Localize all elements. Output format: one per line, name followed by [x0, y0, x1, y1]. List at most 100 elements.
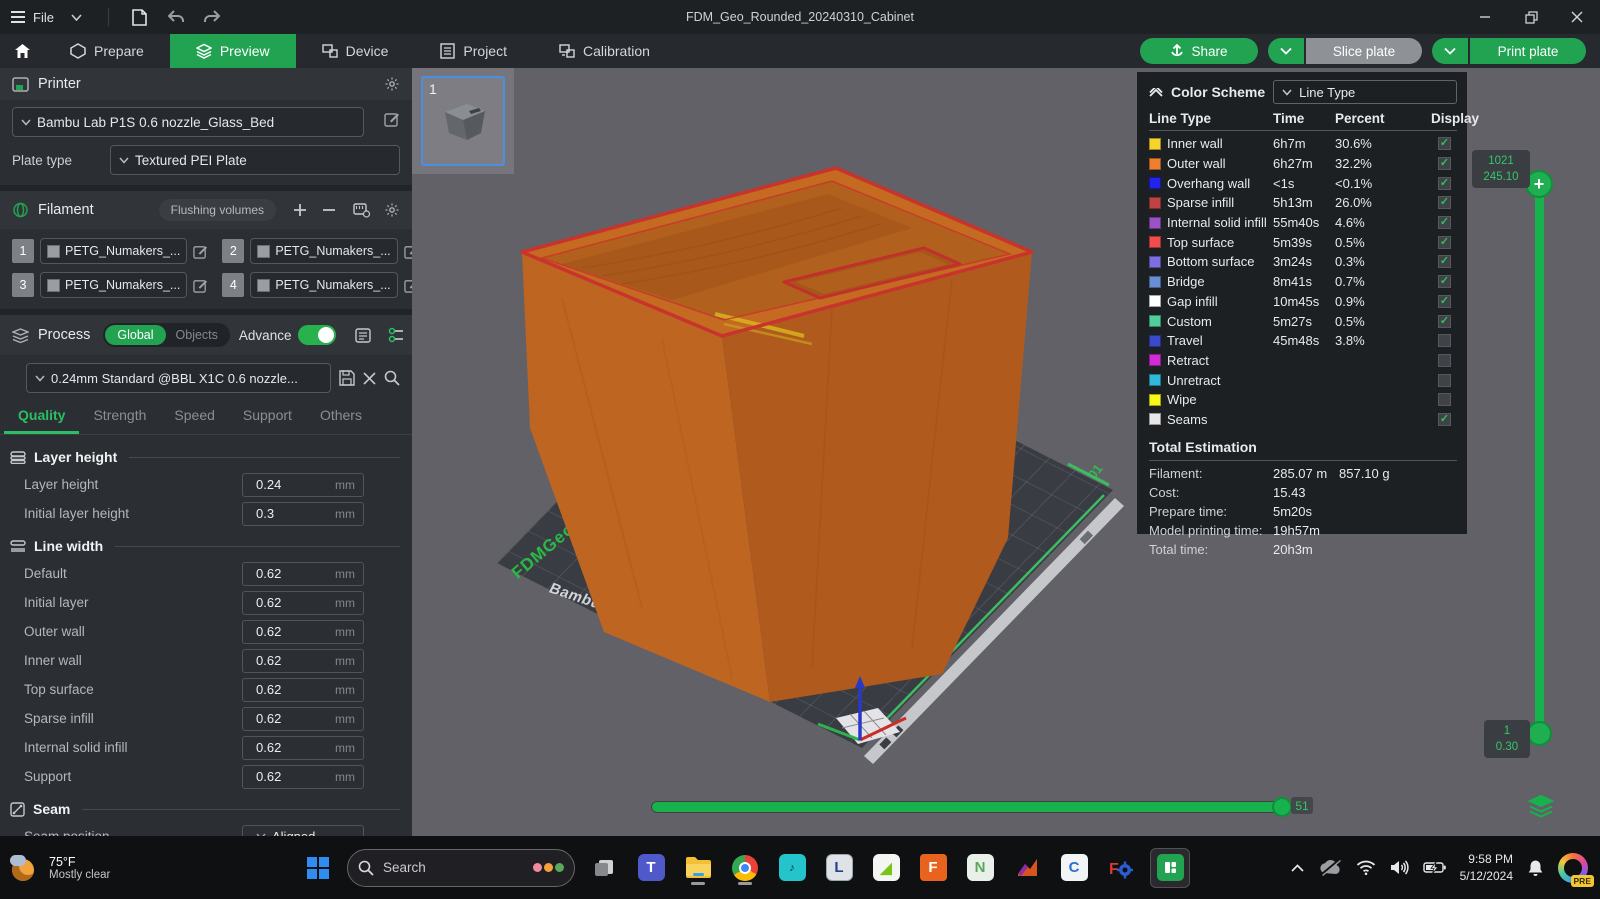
save-icon[interactable]	[127, 5, 153, 29]
settings-list-icon[interactable]	[355, 327, 372, 343]
volume-icon[interactable]	[1390, 860, 1409, 875]
ams-sync-icon[interactable]	[353, 202, 371, 218]
tab-calibration[interactable]: Calibration	[533, 34, 676, 68]
redo-icon[interactable]	[199, 5, 225, 29]
plate-type-select[interactable]: Textured PEI Plate	[110, 145, 400, 175]
scope-global-button[interactable]: Global	[105, 325, 166, 345]
display-checkbox[interactable]: ✓	[1438, 255, 1451, 269]
search-preset-icon[interactable]	[384, 370, 400, 386]
filament-preset-select[interactable]: PETG_Numakers_...	[250, 272, 398, 298]
param-input[interactable]: 0.62 mm	[242, 619, 364, 644]
move-slider-handle[interactable]	[1272, 797, 1292, 817]
printer-edit-icon[interactable]	[384, 111, 400, 127]
file-menu-chevron[interactable]	[64, 5, 90, 29]
move-slider-track[interactable]	[651, 797, 1292, 817]
param-input[interactable]: 0.62 mm	[242, 735, 364, 760]
share-button[interactable]: Share	[1140, 38, 1258, 64]
compare-presets-icon[interactable]	[388, 327, 405, 343]
home-button[interactable]	[0, 34, 44, 68]
tray-expand-chevron-icon[interactable]	[1291, 863, 1304, 872]
param-input[interactable]: 0.3 mm	[242, 501, 364, 526]
display-checkbox[interactable]: ✓	[1438, 235, 1451, 249]
tab-device[interactable]: Device	[296, 34, 415, 68]
display-checkbox[interactable]: ✓	[1438, 196, 1451, 210]
display-checkbox[interactable]: ✓	[1438, 157, 1451, 171]
color-scheme-select[interactable]: Line Type	[1273, 80, 1457, 104]
display-checkbox[interactable]	[1438, 373, 1451, 387]
display-checkbox[interactable]: ✓	[1438, 275, 1451, 289]
restore-button[interactable]	[1508, 0, 1554, 34]
wifi-icon[interactable]	[1356, 860, 1376, 875]
display-checkbox[interactable]: ✓	[1438, 294, 1451, 308]
tab-prepare[interactable]: Prepare	[44, 34, 170, 68]
collapse-chevron-icon[interactable]	[1149, 87, 1163, 97]
undo-icon[interactable]	[163, 5, 189, 29]
tab-speed[interactable]: Speed	[160, 399, 228, 434]
fusion360-icon[interactable]: F	[915, 850, 951, 886]
tab-preview[interactable]: Preview	[169, 34, 296, 68]
filament-preset-select[interactable]: PETG_Numakers_...	[250, 238, 398, 264]
flushing-volumes-button[interactable]: Flushing volumes	[158, 199, 276, 221]
add-filament-icon[interactable]	[293, 203, 307, 217]
remove-filament-icon[interactable]	[322, 203, 336, 217]
display-checkbox[interactable]	[1438, 353, 1451, 367]
amazon-music-icon[interactable]: ♪	[774, 850, 810, 886]
seam-position-select[interactable]: Aligned	[242, 824, 364, 836]
tab-others[interactable]: Others	[306, 399, 376, 434]
print-dropdown-button[interactable]	[1432, 38, 1468, 64]
tab-project[interactable]: Project	[414, 34, 533, 68]
printer-settings-gear-icon[interactable]	[384, 76, 400, 92]
ltspice-icon[interactable]: L	[821, 850, 857, 886]
plate-thumbnail[interactable]: 1	[421, 76, 505, 166]
display-checkbox[interactable]	[1438, 393, 1451, 407]
freecad-icon[interactable]: F	[1103, 850, 1139, 886]
clock[interactable]: 9:58 PM 5/12/2024	[1460, 851, 1513, 883]
filament-edit-icon[interactable]	[193, 278, 208, 293]
layer-slider-bottom-handle[interactable]	[1527, 721, 1552, 746]
bambu-studio-icon[interactable]	[1150, 847, 1190, 888]
param-input[interactable]: 0.62 mm	[242, 561, 364, 586]
display-checkbox[interactable]: ✓	[1438, 314, 1451, 328]
chrome-icon[interactable]	[727, 850, 763, 886]
advance-toggle[interactable]	[298, 325, 337, 345]
notepadpp-icon[interactable]: N	[962, 850, 998, 886]
tab-support[interactable]: Support	[229, 399, 306, 434]
slice-plate-button[interactable]: Slice plate	[1306, 38, 1422, 64]
calibre-app-icon[interactable]: C	[1056, 850, 1092, 886]
param-input[interactable]: 0.24 mm	[242, 472, 364, 497]
notification-bell-icon[interactable]	[1527, 859, 1544, 877]
file-explorer-icon[interactable]	[680, 850, 716, 886]
printer-preset-select[interactable]: Bambu Lab P1S 0.6 nozzle_Glass_Bed	[12, 107, 364, 137]
media-tool-icon[interactable]: ◢	[868, 850, 904, 886]
task-view-button[interactable]	[586, 850, 622, 886]
param-input[interactable]: 0.62 mm	[242, 706, 364, 731]
tab-quality[interactable]: Quality	[4, 399, 80, 434]
save-preset-icon[interactable]	[339, 370, 355, 386]
display-checkbox[interactable]: ✓	[1438, 216, 1451, 230]
weather-widget[interactable]: 75°F Mostly clear	[0, 853, 300, 883]
file-menu[interactable]: File	[10, 10, 54, 25]
display-checkbox[interactable]: ✓	[1438, 176, 1451, 190]
param-input[interactable]: 0.62 mm	[242, 648, 364, 673]
display-checkbox[interactable]	[1438, 334, 1451, 348]
teams-icon[interactable]: T	[633, 850, 669, 886]
close-button[interactable]	[1554, 0, 1600, 34]
filament-edit-icon[interactable]	[403, 244, 412, 259]
display-checkbox[interactable]: ✓	[1438, 412, 1451, 426]
filament-edit-icon[interactable]	[193, 244, 208, 259]
slice-dropdown-button[interactable]	[1268, 38, 1304, 64]
tab-strength[interactable]: Strength	[79, 399, 160, 434]
filament-settings-gear-icon[interactable]	[384, 202, 400, 218]
param-input[interactable]: 0.62 mm	[242, 590, 364, 615]
print-plate-button[interactable]: Print plate	[1470, 38, 1586, 64]
clear-preset-icon[interactable]	[363, 371, 376, 385]
matlab-icon[interactable]	[1009, 850, 1045, 886]
filament-edit-icon[interactable]	[403, 278, 412, 293]
display-checkbox[interactable]: ✓	[1438, 137, 1451, 151]
scope-objects-button[interactable]: Objects	[166, 328, 228, 342]
onedrive-paused-icon[interactable]	[1318, 859, 1342, 876]
filament-preset-select[interactable]: PETG_Numakers_...	[40, 238, 188, 264]
minimize-button[interactable]	[1462, 0, 1508, 34]
layers-icon[interactable]	[1528, 794, 1554, 818]
search-input[interactable]: Search	[347, 848, 575, 887]
